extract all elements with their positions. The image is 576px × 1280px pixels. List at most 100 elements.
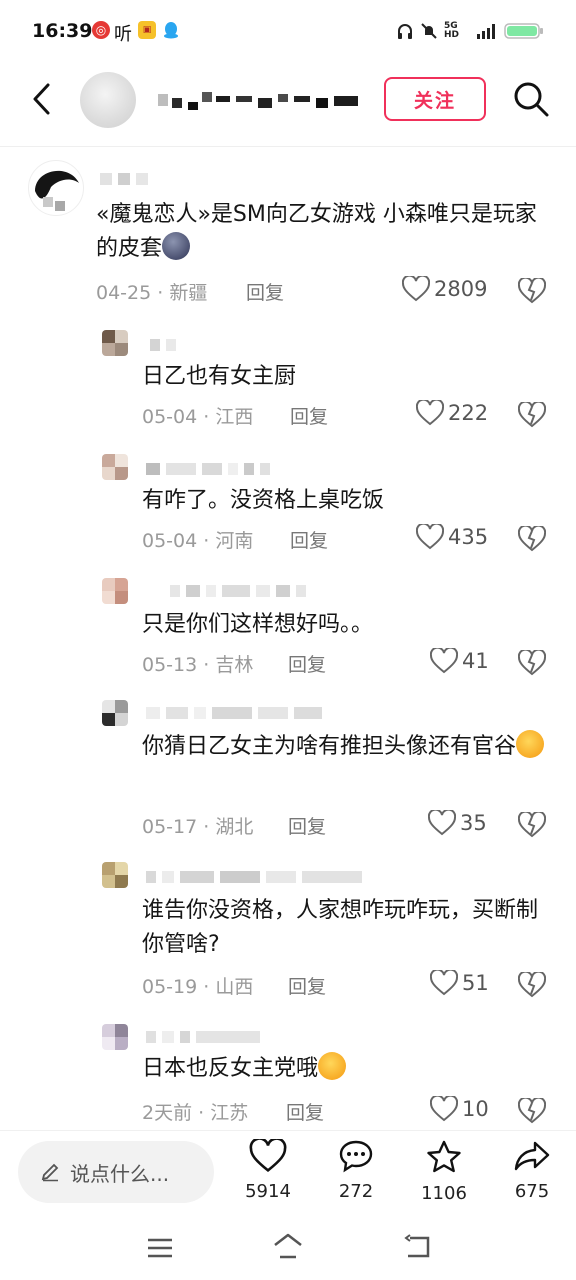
like-button[interactable]: 51	[430, 970, 489, 996]
follow-button[interactable]: 关注	[384, 77, 486, 121]
game-icon: ▣	[138, 21, 156, 39]
pencil-icon	[41, 1163, 59, 1182]
home-icon[interactable]	[272, 1232, 304, 1260]
heart-icon	[249, 1137, 287, 1173]
comment-text: 日本也反女主党哦	[142, 1052, 552, 1086]
comment-meta: 05-04 · 河南	[142, 530, 254, 552]
loudly-crying-laughing-emoji	[516, 730, 545, 758]
like-button[interactable]: 435	[416, 524, 488, 550]
commenter-name-blurred[interactable]	[150, 338, 176, 352]
dislike-heart-icon[interactable]	[518, 526, 546, 552]
comment-meta: 2天前 · 江苏	[142, 1102, 249, 1124]
commenter-name-blurred[interactable]	[146, 462, 270, 476]
commenter-name-blurred[interactable]	[170, 584, 306, 598]
loudly-crying-laughing-emoji	[318, 1052, 347, 1080]
author-avatar[interactable]	[80, 72, 136, 128]
favorite-total: 1106	[421, 1183, 467, 1204]
reply-button[interactable]: 回复	[290, 526, 328, 553]
like-button[interactable]: 2809	[402, 276, 487, 302]
system-nav-bar	[0, 1216, 576, 1280]
back-arrow-icon[interactable]	[28, 82, 58, 116]
comment-text: 只是你们这样想好吗。。	[142, 612, 374, 637]
like-count: 2809	[434, 277, 488, 301]
commenter-name-blurred[interactable]	[146, 870, 362, 884]
status-time: 16:39	[32, 20, 93, 42]
reply-item: 日乙也有女主厨 05-04 · 江西 回复 222	[0, 330, 576, 430]
comment-avatar[interactable]	[28, 160, 84, 216]
reply-button[interactable]: 回复	[286, 1098, 324, 1125]
comment-avatar[interactable]	[102, 862, 128, 888]
like-button[interactable]: 35	[428, 810, 487, 836]
mute-icon	[421, 23, 437, 39]
like-count: 222	[448, 401, 489, 425]
heart-icon	[416, 524, 444, 550]
follow-button-label: 关注	[413, 89, 456, 112]
share-action[interactable]: 675	[502, 1139, 562, 1202]
commenter-name-blurred[interactable]	[146, 1030, 260, 1044]
system-status: 5G HD	[396, 22, 544, 40]
comment-meta: 05-04 · 江西	[142, 406, 254, 428]
comment-text: 有咋了。没资格上桌吃饭	[142, 488, 385, 513]
new-moon-face-emoji	[162, 232, 191, 260]
comment-avatar[interactable]	[102, 1024, 128, 1050]
battery-icon	[504, 23, 543, 39]
reply-button[interactable]: 回复	[246, 278, 284, 305]
share-total: 675	[514, 1181, 550, 1202]
menu-icon[interactable]	[146, 1236, 174, 1260]
heart-icon	[428, 810, 456, 836]
star-icon	[427, 1140, 461, 1173]
signal-icon	[477, 24, 495, 39]
dislike-heart-icon[interactable]	[518, 650, 546, 676]
comment-action[interactable]: 272	[326, 1139, 386, 1202]
bottom-action-bar: 说点什么... 5914 272 1106 675	[0, 1130, 576, 1216]
comment-input[interactable]: 说点什么...	[18, 1141, 214, 1203]
comment-avatar[interactable]	[102, 578, 128, 604]
like-count: 35	[460, 811, 487, 835]
comment-avatar[interactable]	[102, 700, 128, 726]
search-icon[interactable]	[512, 80, 550, 118]
dislike-heart-icon[interactable]	[518, 1098, 546, 1124]
comment-total: 272	[338, 1181, 374, 1202]
heart-icon	[430, 970, 458, 996]
reply-button[interactable]: 回复	[290, 402, 328, 429]
heart-icon	[430, 1096, 458, 1122]
heart-icon	[430, 648, 458, 674]
dislike-heart-icon[interactable]	[518, 972, 546, 998]
commenter-name-blurred[interactable]	[146, 706, 322, 720]
like-total: 5914	[245, 1181, 291, 1202]
reply-button[interactable]: 回复	[288, 812, 326, 839]
like-count: 41	[462, 649, 489, 673]
share-arrow-icon	[514, 1141, 550, 1171]
like-count: 435	[448, 525, 489, 549]
reply-item: 有咋了。没资格上桌吃饭 05-04 · 河南 回复 435	[0, 454, 576, 554]
back-nav-icon[interactable]	[402, 1234, 432, 1260]
comment-input-placeholder: 说点什么...	[70, 1161, 170, 1186]
comment-text: «魔鬼恋人»是SM向乙女游戏 小森唯只是玩家的皮套	[96, 202, 537, 261]
reply-item: 你猜日乙女主为啥有推担头像还有官谷 05-17 · 湖北 回复 35	[0, 700, 576, 840]
comment-item: «魔鬼恋人»是SM向乙女游戏 小森唯只是玩家的皮套 04-25 · 新疆 回复 …	[0, 160, 576, 310]
ting-label: 听	[114, 24, 132, 45]
favorite-action[interactable]: 1106	[414, 1139, 474, 1204]
like-button[interactable]: 41	[430, 648, 489, 674]
like-button[interactable]: 222	[416, 400, 488, 426]
heart-icon	[416, 400, 444, 426]
comment-text: 日乙也有女主厨	[142, 364, 297, 389]
comment-avatar[interactable]	[102, 454, 128, 480]
status-bar: 16:39 ◎ 听 ▣ 5G HD	[0, 0, 576, 64]
comment-avatar[interactable]	[102, 330, 128, 356]
comment-meta: 05-19 · 山西	[142, 976, 254, 998]
reply-button[interactable]: 回复	[288, 650, 326, 677]
author-name-blurred[interactable]	[158, 90, 362, 110]
reply-button[interactable]: 回复	[288, 972, 326, 999]
netease-music-icon: ◎	[92, 21, 110, 39]
commenter-name-blurred[interactable]	[100, 172, 148, 186]
dislike-heart-icon[interactable]	[518, 402, 546, 428]
like-button[interactable]: 10	[430, 1096, 489, 1122]
comment-meta: 04-25 · 新疆	[96, 282, 208, 304]
like-action[interactable]: 5914	[238, 1137, 298, 1202]
dislike-heart-icon[interactable]	[518, 812, 546, 838]
reply-item: 日本也反女主党哦 2天前 · 江苏 回复 10	[0, 1024, 576, 1124]
heart-icon	[402, 276, 430, 302]
like-count: 51	[462, 971, 489, 995]
dislike-heart-icon[interactable]	[518, 278, 546, 304]
